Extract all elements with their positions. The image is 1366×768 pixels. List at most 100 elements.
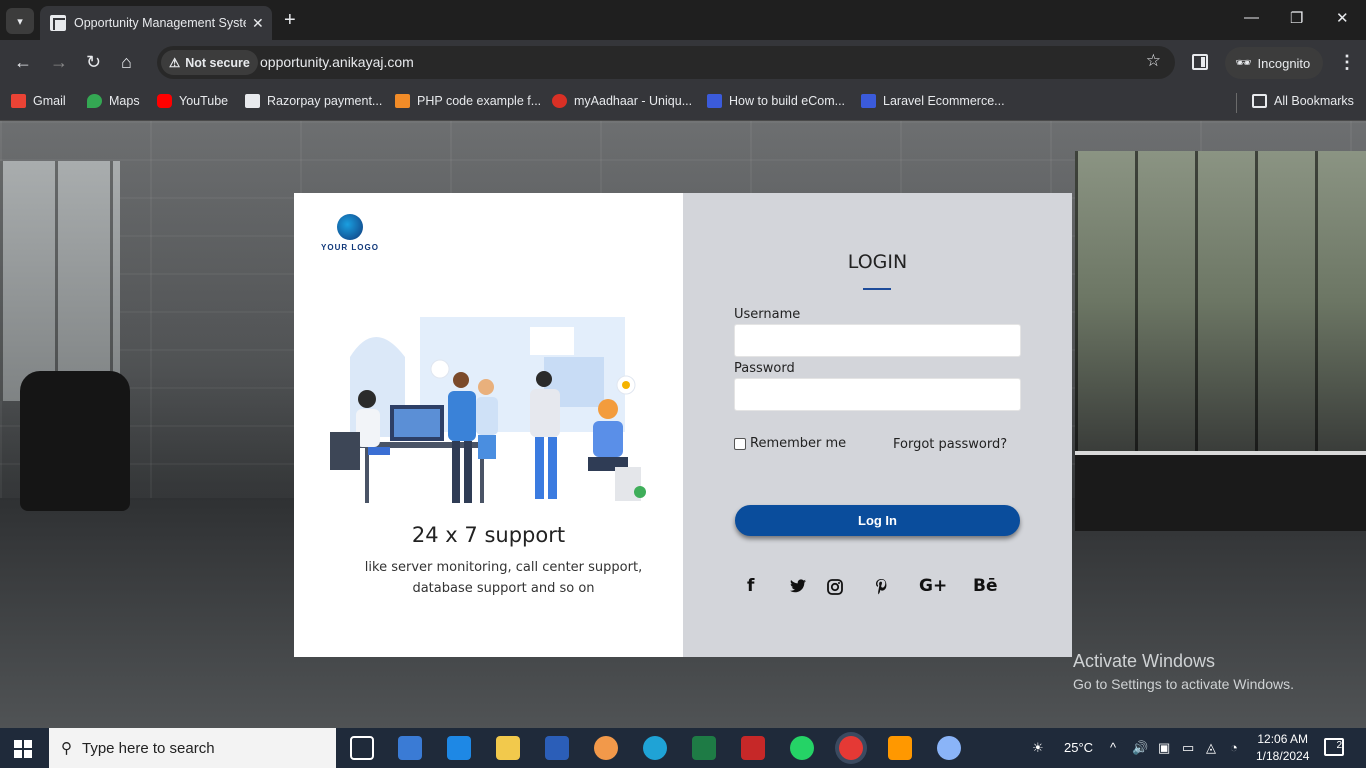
tab-search-button[interactable]: ▾ (6, 8, 34, 34)
new-tab-button[interactable]: + (284, 9, 296, 32)
php-icon (395, 94, 410, 108)
logo-mark-icon (337, 214, 363, 240)
incognito-icon: 🕶 (1235, 55, 1252, 70)
whatsapp-icon[interactable] (790, 736, 814, 760)
tab-title: Opportunity Management System (74, 16, 246, 30)
address-bar[interactable]: ⚠ Not secure opportunity.anikayaj.com ☆ (157, 46, 1175, 79)
weather-icon[interactable]: ☀ (1032, 740, 1044, 756)
bookmark-label: YouTube (179, 94, 229, 108)
browser-menu-icon[interactable]: ⋮ (1338, 52, 1356, 73)
twitter-icon[interactable] (790, 579, 806, 593)
bookmark-php[interactable]: PHP code example f... (395, 94, 541, 108)
aadhaar-icon (552, 94, 567, 108)
task-view-icon[interactable] (350, 736, 374, 760)
card-info-panel: YOUR LOGO 24 x 7 support like server mon… (294, 193, 683, 657)
bookmark-aadhaar[interactable]: myAadhaar - Uniqu... (552, 94, 692, 108)
browser-toolbar: ← → ↻ ⌂ ⚠ Not secure opportunity.anikaya… (0, 40, 1366, 86)
back-icon[interactable]: ← (14, 52, 32, 73)
edge-icon[interactable] (643, 736, 667, 760)
excel-icon[interactable] (692, 736, 716, 760)
bookmark-razorpay[interactable]: Razorpay payment... (245, 94, 382, 108)
password-input[interactable] (734, 378, 1021, 411)
reload-icon[interactable]: ↻ (86, 52, 101, 73)
show-hidden-icons-icon[interactable]: ^ (1110, 740, 1116, 755)
forgot-password-link[interactable]: Forgot password? (893, 437, 1007, 452)
taskbar-clock[interactable]: 12:06 AM 1/18/2024 (1256, 731, 1309, 765)
company-logo: YOUR LOGO (320, 214, 380, 252)
incognito-indicator[interactable]: 🕶 Incognito (1225, 47, 1323, 79)
facebook-icon[interactable]: f (747, 576, 754, 596)
windows-taskbar: ⚲ Type here to search ☀ 25°C ^ 🔊 ▣ ▭ ◬ ◔… (0, 728, 1366, 768)
wifi-icon[interactable]: ◔ (1230, 740, 1238, 755)
pinterest-icon[interactable] (875, 578, 888, 595)
url-text[interactable]: opportunity.anikayaj.com (260, 54, 414, 70)
side-panel-icon[interactable] (1192, 54, 1208, 70)
webkul-icon (861, 94, 876, 108)
bookmarks-divider (1236, 93, 1237, 113)
tab-close-icon[interactable]: ✕ (252, 15, 264, 32)
paint-icon[interactable] (937, 736, 961, 760)
windows-start-icon[interactable] (14, 740, 32, 758)
bookmark-label: How to build eCom... (729, 94, 846, 108)
behance-icon[interactable]: Bē (973, 576, 998, 596)
bookmark-laravel[interactable]: Laravel Ecommerce... (861, 94, 1005, 108)
watermark-subtitle: Go to Settings to activate Windows. (1073, 676, 1294, 692)
close-window-button[interactable]: ✕ (1336, 9, 1349, 27)
volume-icon[interactable]: 🔊 (1132, 740, 1148, 756)
filezilla-icon[interactable] (741, 736, 765, 760)
word-icon[interactable] (545, 736, 569, 760)
bookmark-label: Laravel Ecommerce... (883, 94, 1005, 108)
mail-icon[interactable] (447, 736, 471, 760)
browser-tab[interactable]: Opportunity Management System ✕ (40, 6, 272, 40)
webkul-icon (707, 94, 722, 108)
login-heading: LOGIN (847, 251, 908, 273)
file-explorer-icon[interactable] (496, 736, 520, 760)
minimize-button[interactable]: — (1244, 9, 1259, 26)
chrome-icon[interactable] (839, 736, 863, 760)
bookmark-label: myAadhaar - Uniqu... (574, 94, 693, 108)
password-label: Password (734, 361, 795, 376)
search-icon: ⚲ (61, 740, 72, 757)
remember-me-checkbox[interactable] (734, 437, 746, 450)
restore-button[interactable]: ❐ (1290, 9, 1303, 27)
office-chair (20, 371, 130, 511)
temperature[interactable]: 25°C (1064, 740, 1093, 755)
battery-icon[interactable]: ▭ (1182, 740, 1194, 756)
notification-count: 2 (1336, 740, 1342, 751)
logo-text: YOUR LOGO (321, 243, 379, 252)
google-plus-icon[interactable]: G+ (919, 576, 947, 596)
taskbar-search[interactable]: ⚲ Type here to search (49, 728, 336, 768)
bookmark-label: PHP code example f... (417, 94, 542, 108)
all-bookmarks[interactable]: All Bookmarks (1252, 94, 1354, 108)
sublime-text-icon[interactable] (888, 736, 912, 760)
security-chip[interactable]: ⚠ Not secure (161, 50, 258, 75)
folder-icon (1252, 94, 1267, 108)
razorpay-icon (245, 94, 260, 108)
username-label: Username (734, 307, 801, 322)
window-right (1075, 151, 1366, 451)
warning-icon: ⚠ (169, 56, 181, 70)
notification-center-icon[interactable]: 2 (1324, 738, 1344, 756)
bookmark-youtube[interactable]: YouTube (157, 94, 228, 108)
remember-me-label: Remember me (750, 436, 847, 451)
taskbar-search-placeholder: Type here to search (82, 739, 215, 757)
remember-me-row[interactable]: Remember me (734, 436, 846, 451)
bookmark-gmail[interactable]: Gmail (11, 94, 66, 108)
login-button[interactable]: Log In (735, 505, 1020, 536)
home-icon[interactable]: ⌂ (121, 52, 132, 73)
store-icon[interactable] (398, 736, 422, 760)
activate-windows-watermark: Activate Windows Go to Settings to activ… (1073, 651, 1294, 692)
forward-icon[interactable]: → (50, 52, 68, 73)
team-support-illustration (330, 317, 646, 503)
instagram-icon[interactable] (827, 579, 843, 595)
bookmark-star-icon[interactable]: ☆ (1146, 51, 1161, 71)
brave-icon[interactable] (594, 736, 618, 760)
maps-icon (87, 94, 102, 108)
bookmark-maps[interactable]: Maps (87, 94, 140, 108)
network-icon[interactable]: ◬ (1206, 740, 1216, 756)
bookmark-ecommerce[interactable]: How to build eCom... (707, 94, 845, 108)
bookmarks-bar: Gmail Maps YouTube Razorpay payment... P… (0, 86, 1366, 121)
username-input[interactable] (734, 324, 1021, 357)
meet-now-icon[interactable]: ▣ (1158, 740, 1170, 756)
heading-underline (863, 288, 891, 290)
